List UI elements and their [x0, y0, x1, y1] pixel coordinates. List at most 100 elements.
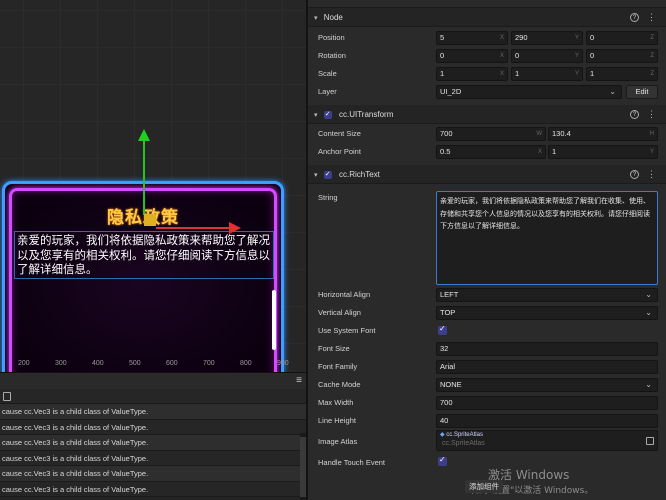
image-atlas-label: Image Atlas — [318, 437, 358, 446]
ruler-tick: 500 — [129, 360, 141, 367]
line-height-label: Line Height — [318, 416, 356, 425]
max-width-field[interactable]: 700 — [436, 396, 658, 410]
gizmo-y-axis[interactable] — [143, 140, 145, 215]
font-size-label: Font Size — [318, 344, 350, 353]
help-icon[interactable]: ? — [630, 110, 639, 119]
font-size-field[interactable]: 32 — [436, 342, 658, 356]
axis-label: Y — [574, 53, 579, 59]
console-tabbar: ≡ — [0, 373, 306, 389]
h-align-select[interactable]: LEFT ⌄ — [436, 288, 658, 302]
asset-picker-icon[interactable] — [646, 437, 654, 445]
v-align-label: Vertical Align — [318, 308, 361, 317]
atlas-placeholder: cc.SpriteAtlas — [442, 440, 485, 447]
axis-label: X — [499, 71, 504, 77]
anchor-label: Anchor Point — [318, 147, 361, 156]
scale-x-value: 1 — [440, 69, 445, 78]
string-textarea[interactable]: 亲爱的玩家，我们将依据隐私政策来帮助您了解我们在收集、使用、存储和共享您个人信息… — [436, 191, 658, 285]
gizmo-x-axis[interactable] — [156, 227, 231, 229]
clear-console-icon[interactable] — [3, 392, 11, 401]
cache-mode-select[interactable]: NONE ⌄ — [436, 378, 658, 392]
collapse-arrow-icon[interactable]: ▾ — [314, 166, 318, 185]
anchor-row: Anchor Point 0.5 X 1Y — [308, 143, 666, 161]
content-width-value: 700 — [440, 129, 453, 138]
rotation-z-field[interactable]: 0Z — [586, 49, 658, 63]
uitransform-section-header[interactable]: ▾ cc.UITransform ? ⋮ — [308, 105, 666, 124]
popup-scroll-thumb[interactable] — [272, 290, 276, 350]
layer-value: UI_2D — [440, 87, 462, 96]
handle-touch-checkbox[interactable] — [438, 455, 447, 466]
gizmo-x-arrow-icon[interactable] — [229, 222, 241, 234]
anchor-x-field[interactable]: 0.5 X — [436, 145, 546, 159]
font-size-row: Font Size 32 — [308, 340, 666, 358]
node-section-header[interactable]: ▾ Node ? ⋮ — [308, 8, 666, 27]
position-y-field[interactable]: 290 Y — [511, 31, 583, 45]
gizmo-y-arrow-icon[interactable] — [138, 129, 150, 141]
ruler-tick: 800 — [240, 360, 252, 367]
rotation-y-field[interactable]: 0Y — [511, 49, 583, 63]
help-icon[interactable]: ? — [630, 170, 639, 179]
position-x-field[interactable]: 5X — [436, 31, 508, 45]
ruler-tick: 200 — [18, 360, 30, 367]
scene-view[interactable]: 隐私政策 亲爱的玩家，我们将依据隐私政策来帮助您了解况以及您享有的相关权利。请您… — [0, 0, 306, 372]
add-component-button[interactable]: 添加组件 — [465, 480, 503, 493]
richtext-props: Horizontal Align LEFT ⌄ Vertical Align TO… — [308, 286, 666, 430]
position-z-field[interactable]: 0Z — [586, 31, 658, 45]
chevron-down-icon: ⌄ — [645, 380, 652, 389]
cache-mode-value: NONE — [440, 380, 462, 389]
font-family-row: Font Family Arial — [308, 358, 666, 376]
use-system-font-checkbox[interactable] — [438, 324, 447, 335]
scale-z-field[interactable]: 1Z — [586, 67, 658, 81]
scale-y-field[interactable]: 1Y — [511, 67, 583, 81]
content-width-field[interactable]: 700 W — [436, 127, 546, 141]
h-align-value: LEFT — [440, 290, 459, 299]
scene-ruler: 200 300 400 500 600 700 800 900 — [0, 358, 306, 372]
log-row[interactable]: cause cc.Vec3 is a child class of ValueT… — [0, 481, 306, 497]
content-height-value: 130.4 — [552, 129, 571, 138]
axis-label: Z — [650, 71, 654, 77]
collapse-arrow-icon[interactable]: ▾ — [314, 9, 318, 28]
position-x-value: 5 — [440, 33, 445, 42]
uitransform-title: cc.UITransform — [338, 110, 394, 119]
help-icon[interactable]: ? — [630, 13, 639, 22]
richtext-section-header[interactable]: ▾ cc.RichText ? ⋮ — [308, 165, 666, 184]
axis-label: Y — [574, 35, 579, 41]
use-system-font-label: Use System Font — [318, 326, 376, 335]
axis-label: X — [499, 35, 504, 41]
section-menu-icon[interactable]: ⋮ — [647, 105, 656, 124]
collapse-arrow-icon[interactable]: ▾ — [314, 106, 318, 125]
log-row[interactable]: cause cc.Vec3 is a child class of ValueT… — [0, 419, 306, 435]
font-family-field[interactable]: Arial — [436, 360, 658, 374]
section-menu-icon[interactable]: ⋮ — [647, 8, 656, 27]
inspector-top-strip — [308, 0, 666, 8]
gizmo-center-handle[interactable] — [144, 214, 156, 226]
ruler-tick: 300 — [55, 360, 67, 367]
richtext-title: cc.RichText — [338, 170, 380, 179]
content-height-field[interactable]: 130.4 H — [548, 127, 658, 141]
popup-body-text[interactable]: 亲爱的玩家，我们将依据隐私政策来帮助您了解况以及您享有的相关权利。请您仔细阅读下… — [14, 231, 274, 279]
line-height-field[interactable]: 40 — [436, 414, 658, 428]
v-align-select[interactable]: TOP ⌄ — [436, 306, 658, 320]
rotation-x-field[interactable]: 0X — [436, 49, 508, 63]
max-width-row: Max Width 700 — [308, 394, 666, 412]
log-row[interactable]: cause cc.Vec3 is a child class of ValueT… — [0, 466, 306, 482]
console-log-list: cause cc.Vec3 is a child class of ValueT… — [0, 404, 306, 497]
component-enabled-checkbox[interactable] — [323, 165, 332, 184]
popup-inner-frame: 隐私政策 — [9, 188, 277, 372]
log-row[interactable]: cause cc.Vec3 is a child class of ValueT… — [0, 435, 306, 451]
image-atlas-field[interactable]: cc.SpriteAtlas cc.SpriteAtlas — [436, 430, 658, 451]
editor-window: 隐私政策 亲爱的玩家，我们将依据隐私政策来帮助您了解况以及您享有的相关权利。请您… — [0, 0, 666, 500]
scale-y-value: 1 — [515, 69, 520, 78]
component-enabled-checkbox[interactable] — [323, 105, 332, 124]
scale-x-field[interactable]: 1X — [436, 67, 508, 81]
use-system-font-row: Use System Font — [308, 322, 666, 340]
log-row[interactable]: cause cc.Vec3 is a child class of ValueT… — [0, 450, 306, 466]
layer-edit-button[interactable]: Edit — [626, 85, 658, 99]
section-menu-icon[interactable]: ⋮ — [647, 165, 656, 184]
layer-select[interactable]: UI_2D ⌄ — [436, 85, 622, 99]
inspector-panel: ▾ Node ? ⋮ Position 5X 290 Y 0Z Rotation … — [307, 0, 666, 500]
anchor-y-field[interactable]: 1Y — [548, 145, 658, 159]
line-height-row: Line Height 40 — [308, 412, 666, 430]
console-menu-icon[interactable]: ≡ — [296, 375, 302, 386]
log-row[interactable]: cause cc.Vec3 is a child class of ValueT… — [0, 404, 306, 420]
atlas-type-tag: cc.SpriteAtlas — [440, 431, 483, 438]
